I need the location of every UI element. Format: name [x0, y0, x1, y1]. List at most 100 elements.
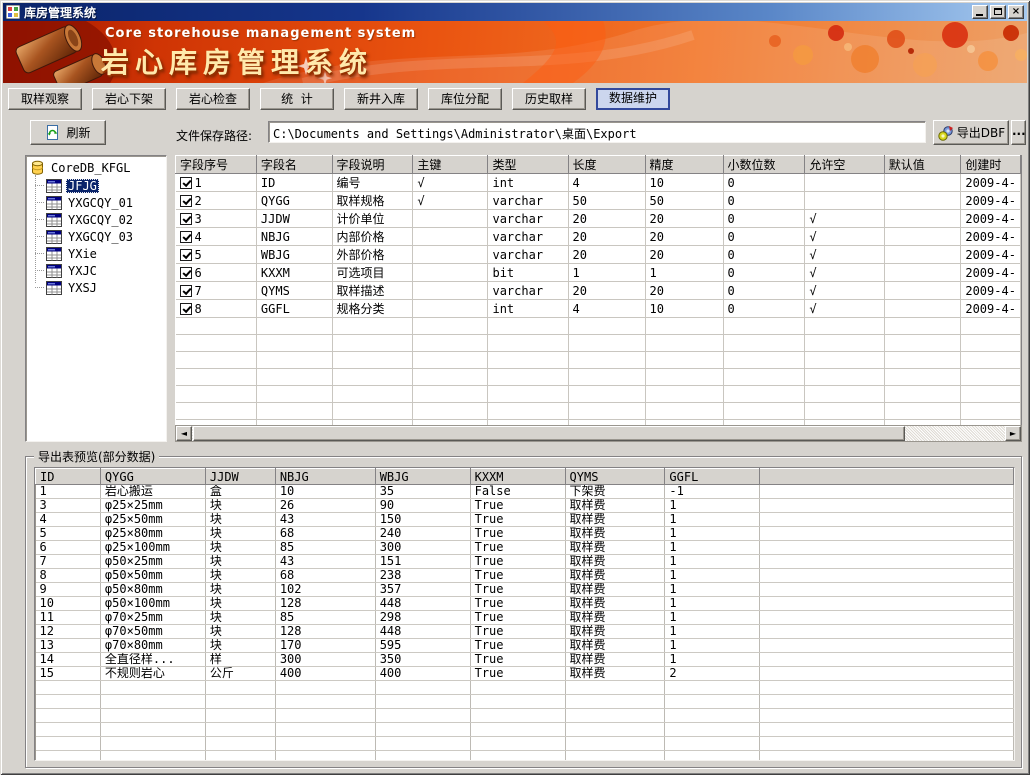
tree-item-JFJG[interactable]: JFJG — [26, 177, 166, 194]
table-row[interactable]: 10φ50×100mm块128448True取样费1 — [36, 597, 1014, 611]
tree-item-YXGCQY_03[interactable]: YXGCQY_03 — [26, 228, 166, 245]
column-header[interactable]: 类型 — [488, 156, 568, 174]
table-cell: 12 — [36, 625, 101, 639]
toolbar-button-7[interactable]: 历史取样 — [512, 88, 586, 110]
table-row[interactable]: 13φ70×80mm块170595True取样费1 — [36, 639, 1014, 653]
tree-item-YXGCQY_01[interactable]: YXGCQY_01 — [26, 194, 166, 211]
table-row[interactable]: 1岩心搬运盒1035False下架费-1 — [36, 485, 1014, 499]
column-header[interactable]: GGFL — [665, 469, 760, 485]
table-cell — [760, 569, 1014, 583]
table-cell: 20 — [568, 246, 645, 264]
table-row[interactable]: 7φ50×25mm块43151True取样费1 — [36, 555, 1014, 569]
toolbar-button-5[interactable]: 新井入库 — [344, 88, 418, 110]
row-checkbox[interactable] — [180, 213, 192, 225]
table-cell: 取样规格 — [332, 192, 413, 210]
table-cell — [884, 246, 961, 264]
table-row[interactable]: 14全直径样...样300350True取样费1 — [36, 653, 1014, 667]
table-row[interactable]: 5φ25×80mm块68240True取样费1 — [36, 527, 1014, 541]
row-checkbox[interactable] — [180, 249, 192, 261]
table-row[interactable]: 2QYGG取样规格√varchar505002009-4- — [176, 192, 1021, 210]
table-cell: 0 — [723, 210, 805, 228]
banner-title: 岩心库房管理系统 — [101, 41, 373, 81]
table-cell — [760, 527, 1014, 541]
export-dbf-button[interactable]: 导出DBF — [933, 120, 1009, 145]
minimize-button[interactable] — [972, 5, 988, 19]
maximize-button[interactable] — [990, 5, 1006, 19]
table-cell: QYMS — [256, 282, 332, 300]
column-header[interactable]: JJDW — [205, 469, 275, 485]
column-header[interactable]: QYMS — [565, 469, 665, 485]
column-header[interactable]: 精度 — [645, 156, 723, 174]
tree-item-YXSJ[interactable]: YXSJ — [26, 279, 166, 296]
column-header[interactable]: 字段说明 — [332, 156, 413, 174]
table-cell: True — [470, 597, 565, 611]
column-header[interactable]: 默认值 — [884, 156, 961, 174]
row-checkbox[interactable] — [180, 285, 192, 297]
column-header[interactable]: NBJG — [275, 469, 375, 485]
table-cell: 20 — [645, 246, 723, 264]
column-header[interactable]: QYGG — [100, 469, 205, 485]
column-header[interactable]: 字段名 — [256, 156, 332, 174]
table-cell: 4 — [568, 174, 645, 192]
table-cell: True — [470, 527, 565, 541]
row-checkbox[interactable] — [180, 231, 192, 243]
toolbar-button-1[interactable]: 取样观察 — [8, 88, 82, 110]
table-row[interactable]: 15不规则岩心公斤400400True取样费2 — [36, 667, 1014, 681]
tree-item-YXie[interactable]: YXie — [26, 245, 166, 262]
browse-more-button[interactable]: ... — [1011, 120, 1026, 145]
column-header[interactable]: 允许空 — [805, 156, 884, 174]
table-row[interactable]: 4φ25×50mm块43150True取样费1 — [36, 513, 1014, 527]
toolbar-button-4[interactable]: 统 计 — [260, 88, 334, 110]
column-header[interactable]: 字段序号 — [176, 156, 257, 174]
column-header[interactable]: 小数位数 — [723, 156, 805, 174]
column-header[interactable]: 长度 — [568, 156, 645, 174]
close-button[interactable]: × — [1008, 5, 1024, 19]
table-row[interactable]: 9φ50×80mm块102357True取样费1 — [36, 583, 1014, 597]
tree-item-YXJC[interactable]: YXJC — [26, 262, 166, 279]
table-row[interactable]: 1ID编号√int41002009-4- — [176, 174, 1021, 192]
table-row[interactable]: 6φ25×100mm块85300True取样费1 — [36, 541, 1014, 555]
table-row[interactable]: 8GGFL规格分类int4100√2009-4- — [176, 300, 1021, 318]
table-row[interactable]: 11φ70×25mm块85298True取样费1 — [36, 611, 1014, 625]
row-checkbox[interactable] — [180, 267, 192, 279]
table-cell: 0 — [723, 174, 805, 192]
table-cell — [760, 541, 1014, 555]
toolbar-button-2[interactable]: 岩心下架 — [92, 88, 166, 110]
column-header[interactable]: WBJG — [375, 469, 470, 485]
row-checkbox[interactable] — [180, 177, 192, 189]
row-checkbox[interactable] — [180, 195, 192, 207]
tree-root-node[interactable]: CoreDB_KFGL — [26, 156, 166, 177]
table-row[interactable]: 3φ25×25mm块2690True取样费1 — [36, 499, 1014, 513]
save-path-input[interactable]: C:\Documents and Settings\Administrator\… — [268, 121, 926, 143]
column-header[interactable]: ID — [36, 469, 101, 485]
app-window: 库房管理系统 × — [0, 0, 1030, 775]
toolbar-button-8[interactable]: 数据维护 — [596, 88, 670, 110]
table-row[interactable]: 5WBJG外部价格varchar20200√2009-4- — [176, 246, 1021, 264]
table-cell: 7 — [36, 555, 101, 569]
toolbar-button-6[interactable]: 库位分配 — [428, 88, 502, 110]
table-row[interactable]: 12φ70×50mm块128448True取样费1 — [36, 625, 1014, 639]
table-row[interactable]: 6KXXM可选项目bit110√2009-4- — [176, 264, 1021, 282]
scroll-left-arrow[interactable]: ◄ — [176, 426, 192, 441]
scrollbar-thumb[interactable] — [193, 426, 905, 441]
table-row[interactable]: 8φ50×50mm块68238True取样费1 — [36, 569, 1014, 583]
horizontal-scrollbar[interactable]: ◄ ► — [175, 425, 1022, 442]
empty-row — [176, 403, 1021, 420]
scroll-right-arrow[interactable]: ► — [1005, 426, 1021, 441]
column-header[interactable] — [760, 469, 1014, 485]
empty-row — [36, 681, 1014, 695]
table-cell: 2009-4- — [961, 210, 1021, 228]
table-row[interactable]: 4NBJG内部价格varchar20200√2009-4- — [176, 228, 1021, 246]
refresh-button[interactable]: 刷新 — [30, 120, 106, 145]
table-row[interactable]: 7QYMS取样描述varchar20200√2009-4- — [176, 282, 1021, 300]
column-header[interactable]: 创建时 — [961, 156, 1021, 174]
row-checkbox[interactable] — [180, 303, 192, 315]
table-cell — [760, 597, 1014, 611]
table-row[interactable]: 3JJDW计价单位varchar20200√2009-4- — [176, 210, 1021, 228]
tree-item-YXGCQY_02[interactable]: YXGCQY_02 — [26, 211, 166, 228]
database-tree-panel: CoreDB_KFGL JFJGYXGCQY_01YXGCQY_02YXGCQY… — [25, 155, 167, 442]
column-header[interactable]: 主键 — [413, 156, 488, 174]
table-cell: 8 — [176, 300, 257, 318]
toolbar-button-3[interactable]: 岩心检查 — [176, 88, 250, 110]
column-header[interactable]: KXXM — [470, 469, 565, 485]
